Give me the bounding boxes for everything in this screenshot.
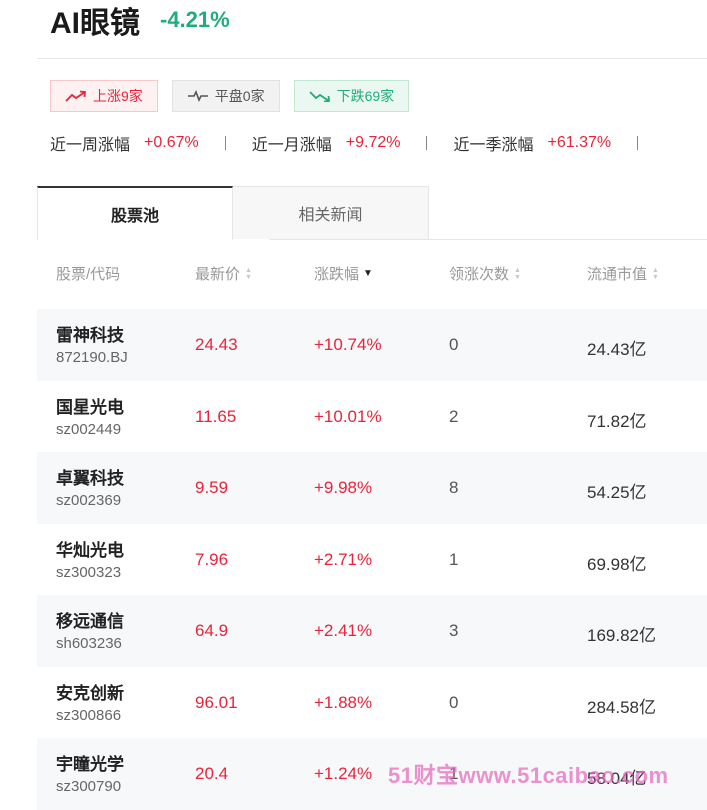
separator [224,136,226,150]
falling-count-label: 下跌69家 [336,88,395,104]
stock-code: sz300790 [56,778,122,795]
month-change-label: 近一月涨幅 [251,137,332,154]
market-cap: 69.98亿 [587,554,647,574]
change-percent: +10.74% [314,335,382,354]
stock-code: 872190.BJ [56,349,128,366]
table-row[interactable]: 华灿光电 sz300323 7.96 +2.71% 1 69.98亿 [37,524,707,596]
falling-count-badge[interactable]: 下跌69家 [293,80,410,112]
header-lead-count[interactable]: 领涨次数 ▲ ▼ [449,263,521,284]
lead-count: 8 [449,478,459,497]
table-row[interactable]: 雷神科技 872190.BJ 24.43 +10.74% 0 24.43亿 [37,309,707,381]
breadth-badges: 上涨9家 平盘0家 下跌69家 [50,80,423,112]
market-cap: 71.82亿 [587,411,647,431]
stock-name[interactable]: 安克创新 [56,679,124,704]
week-change-value: +0.67% [144,134,199,151]
stock-name[interactable]: 宇瞳光学 [56,750,124,775]
tab-underline [270,239,707,240]
change-percent: +2.41% [314,621,373,640]
change-percent: +1.88% [314,692,373,712]
sector-name: AI眼镜 [50,7,140,40]
table-row[interactable]: 移远通信 sh603236 64.9 +2.41% 3 169.82亿 [37,595,707,667]
latest-price: 96.01 [195,692,238,712]
separator [637,136,639,150]
header-change-label: 涨跌幅 [314,266,360,283]
rising-count-label: 上涨9家 [93,88,143,104]
tab-related-news[interactable]: 相关新闻 [233,186,429,239]
header-price[interactable]: 最新价 ▲ ▼ [195,263,252,284]
stock-code: sh603236 [56,635,122,652]
latest-price: 20.4 [195,764,229,783]
trend-up-icon [65,90,86,102]
stock-name[interactable]: 卓翼科技 [56,464,124,489]
period-performance: 近一周涨幅 +0.67% 近一月涨幅 +9.72% 近一季涨幅 +61.37% [50,131,664,155]
latest-price: 24.43 [195,335,238,354]
stock-code: sz002449 [56,420,122,438]
market-cap: 24.43亿 [587,340,647,359]
sort-desc-icon: ▼ [363,268,373,279]
quarter-change-value: +61.37% [547,134,612,151]
latest-price: 7.96 [195,549,229,569]
stock-code: sz002369 [56,492,122,509]
trend-down-icon [308,91,330,102]
market-cap: 54.25亿 [587,483,647,502]
lead-count: 1 [449,549,459,569]
change-percent: +10.01% [314,406,382,426]
table-row[interactable]: 卓翼科技 sz002369 9.59 +9.98% 8 54.25亿 [37,452,707,524]
tab-bar: 股票池 相关新闻 [37,186,707,240]
header-name-code-label: 股票/代码 [56,266,121,283]
lead-count: 3 [449,621,459,640]
sector-header: AI眼镜 -4.21% [50,0,230,40]
latest-price: 9.59 [195,478,229,497]
rising-count-badge[interactable]: 上涨9家 [50,80,158,112]
sort-icon: ▲ ▼ [514,266,521,281]
market-cap: 284.58亿 [587,697,656,717]
header-market-cap-label: 流通市值 [587,266,648,283]
stock-table: 雷神科技 872190.BJ 24.43 +10.74% 0 24.43亿 国星… [37,309,707,810]
table-row[interactable]: 安克创新 sz300866 96.01 +1.88% 0 284.58亿 [37,667,707,739]
market-cap: 169.82亿 [587,626,656,645]
latest-price: 11.65 [195,406,237,426]
header-lead-count-label: 领涨次数 [449,266,510,283]
lead-count: 2 [449,406,459,426]
header-market-cap[interactable]: 流通市值 ▲ ▼ [587,263,659,284]
change-percent: +1.24% [314,764,373,783]
stock-name[interactable]: 雷神科技 [56,321,124,346]
lead-count: 0 [449,692,459,712]
site-watermark: 51财宝www.51caibao.com [388,763,669,788]
month-change-value: +9.72% [345,134,401,151]
sort-icon: ▲ ▼ [245,266,252,281]
stock-name[interactable]: 华灿光电 [56,536,124,561]
sort-icon: ▲ ▼ [652,266,659,281]
separator [426,136,428,150]
change-percent: +9.98% [314,478,373,497]
pulse-flat-icon [187,90,208,102]
change-percent: +2.71% [314,549,373,569]
quarter-change-label: 近一季涨幅 [453,137,534,154]
header-price-label: 最新价 [195,266,241,283]
week-change-label: 近一周涨幅 [50,137,131,154]
header-change[interactable]: 涨跌幅 ▼ [314,263,373,284]
stock-code: sz300323 [56,563,122,581]
stock-name[interactable]: 国星光电 [56,393,124,418]
flat-count-badge[interactable]: 平盘0家 [171,80,280,112]
sector-change: -4.21% [160,7,230,32]
stock-name[interactable]: 移远通信 [56,607,124,632]
table-row[interactable]: 国星光电 sz002449 11.65 +10.01% 2 71.82亿 [37,381,707,453]
stock-code: sz300866 [56,706,122,724]
flat-count-label: 平盘0家 [214,88,265,104]
lead-count: 0 [449,335,459,354]
divider [37,58,707,59]
table-header: 股票/代码 最新价 ▲ ▼ 涨跌幅 ▼ 领涨次数 ▲ ▼ 流通市值 ▲ ▼ [37,258,707,288]
latest-price: 64.9 [195,621,229,640]
tab-stock-pool[interactable]: 股票池 [37,186,233,240]
header-name-code: 股票/代码 [56,263,120,284]
